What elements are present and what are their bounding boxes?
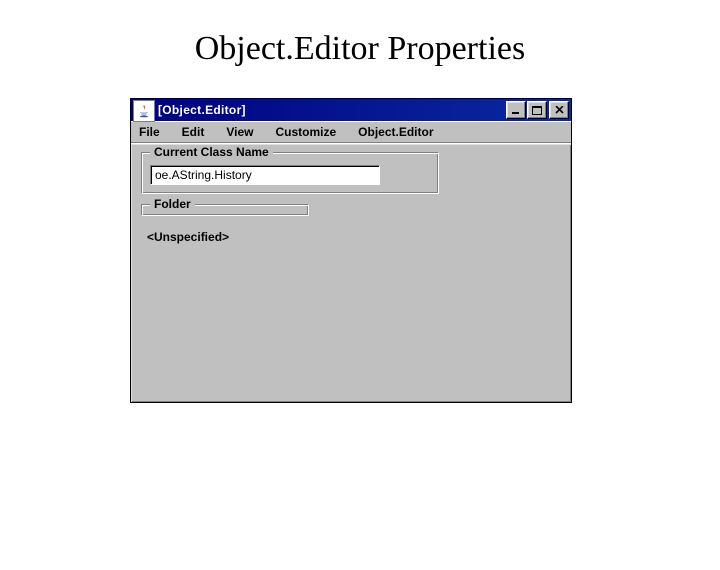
current-class-name-input[interactable] [150,165,380,185]
menu-objecteditor[interactable]: Object.Editor [354,124,437,140]
group-legend-folder: Folder [150,197,195,211]
group-legend-current-class: Current Class Name [150,145,273,159]
java-app-icon [133,100,155,122]
application-window: [Object.Editor] File Edit View Customize… [130,98,572,403]
folder-value: <Unspecified> [141,226,561,252]
group-current-class-name: Current Class Name [141,152,439,194]
menu-file[interactable]: File [135,124,164,140]
close-button[interactable] [549,101,569,119]
maximize-button[interactable] [527,101,547,119]
window-title: [Object.Editor] [158,99,505,121]
client-area: Current Class Name Folder <Unspecified> [131,143,571,402]
titlebar[interactable]: [Object.Editor] [131,99,571,121]
window-controls [505,99,571,121]
menu-customize[interactable]: Customize [271,124,340,140]
group-folder: Folder [141,204,309,216]
menu-edit[interactable]: Edit [178,124,209,140]
menubar: File Edit View Customize Object.Editor [131,121,571,143]
slide-title: Object.Editor Properties [0,30,720,68]
menu-view[interactable]: View [222,124,257,140]
minimize-button[interactable] [506,101,526,119]
